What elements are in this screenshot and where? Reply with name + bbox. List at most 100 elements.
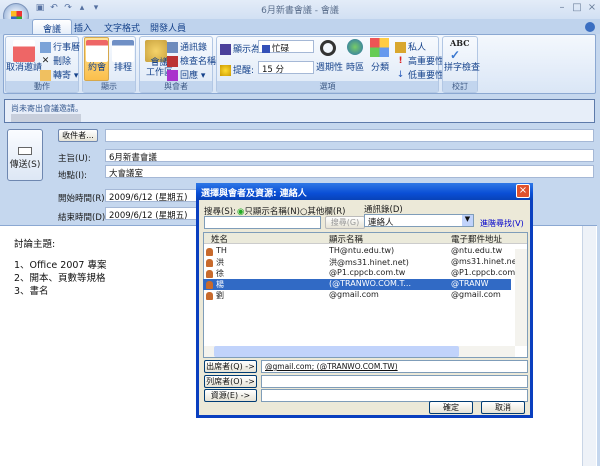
categorize-button[interactable]: 分類 xyxy=(371,60,389,73)
contact-icon xyxy=(206,281,213,289)
show-as-dropdown[interactable]: 忙碌 xyxy=(258,40,314,54)
lock-icon xyxy=(395,42,406,53)
subject-field[interactable]: 6月新書會議 xyxy=(105,149,594,163)
optional-attendees-button[interactable]: 列席者(O) -> xyxy=(204,375,257,388)
spelling-button[interactable]: 拼字檢查 xyxy=(444,60,480,73)
high-importance-button[interactable]: ! 高重要性 xyxy=(395,54,444,67)
contact-icon xyxy=(206,259,213,267)
contact-display-name: (@TRANWO.COM.T... xyxy=(329,279,412,288)
cancel-invitation-button[interactable]: 取消邀請 xyxy=(6,60,42,73)
info-text: 尚未寄出會議邀請。 xyxy=(11,104,83,113)
exclamation-icon: ! xyxy=(398,56,403,66)
busy-icon xyxy=(262,44,270,53)
arrow-up-icon[interactable]: ▴ xyxy=(76,3,88,14)
contact-row[interactable]: 劉 @gmail.com @gmail.com xyxy=(203,290,511,301)
end-time-label: 結束時間(D): xyxy=(58,213,109,223)
address-book-label: 通訊錄 xyxy=(180,43,208,53)
reminder-dropdown[interactable]: 15 分 xyxy=(258,61,314,75)
to-button[interactable]: 收件者... xyxy=(58,129,98,142)
resources-button[interactable]: 資源(E) -> xyxy=(204,389,257,402)
check-names-button[interactable]: 檢查名稱 xyxy=(167,54,216,67)
check-names-label: 檢查名稱 xyxy=(180,57,217,67)
contact-row[interactable]: 徐 @P1.cppcb.com.tw @P1.cppcb.com.tw xyxy=(203,268,527,279)
calendar-label: 行事曆 xyxy=(53,43,81,53)
required-attendees-button[interactable]: 出席者(Q) -> xyxy=(204,360,257,373)
contact-name: 洪 xyxy=(216,258,224,267)
address-book-button[interactable]: 通訊錄 xyxy=(167,40,207,53)
subject-label: 主旨(U): xyxy=(58,154,91,164)
contact-row[interactable]: TH TH@ntu.edu.tw) @ntu.edu.tw xyxy=(203,246,511,257)
appointment-icon xyxy=(86,40,108,62)
workspace-label-1: 會議 xyxy=(150,58,169,68)
show-as-value: 忙碌 xyxy=(272,44,290,54)
delete-label: 刪除 xyxy=(53,57,72,67)
reminder-text: 提醒: xyxy=(233,66,255,76)
tab-developer[interactable]: 開發人員 xyxy=(140,19,196,35)
scroll-thumb[interactable] xyxy=(214,346,459,357)
recurrence-button[interactable]: 週期性 xyxy=(316,60,343,73)
search-input[interactable] xyxy=(204,216,321,229)
cancel-button[interactable]: 取消 xyxy=(481,401,525,414)
time-zone-icon xyxy=(347,39,363,55)
group-label: 顯示 xyxy=(83,81,135,92)
ok-button[interactable]: 確定 xyxy=(429,401,473,414)
contact-name: TH xyxy=(216,246,227,255)
calendar-button[interactable]: 行事曆 xyxy=(40,40,80,53)
address-book-value: 連絡人 xyxy=(368,218,394,228)
body-line: 1、Office 2007 專案 xyxy=(14,260,107,271)
list-vertical-scrollbar[interactable] xyxy=(515,249,527,346)
to-field[interactable] xyxy=(105,129,594,142)
delete-icon: ✕ xyxy=(41,56,50,66)
close-button[interactable]: × xyxy=(585,2,599,14)
undo-icon[interactable]: ↶ xyxy=(48,3,60,14)
body-line: 3、書名 xyxy=(14,286,49,297)
low-importance-button[interactable]: ↓ 低重要性 xyxy=(395,68,444,81)
spelling-icon: ABC ✓ xyxy=(450,38,470,62)
address-book-dropdown[interactable]: 連絡人 ▼ xyxy=(364,214,474,228)
required-attendees-field[interactable]: @gmail.com; (@TRANWO.COM.TW) xyxy=(261,360,528,373)
forward-button[interactable]: 轉寄 ▾ xyxy=(40,68,78,81)
column-display-name[interactable]: 顯示名稱 xyxy=(329,233,363,245)
forward-icon xyxy=(40,70,51,81)
contact-email: @TRANW xyxy=(451,279,489,288)
list-horizontal-scrollbar[interactable] xyxy=(204,346,515,357)
response-button[interactable]: 回應 ▾ xyxy=(167,68,205,81)
help-icon[interactable] xyxy=(585,22,595,32)
time-zone-button[interactable]: 時區 xyxy=(346,60,364,73)
minimize-button[interactable]: – xyxy=(555,2,569,14)
reminder-label: 提醒: xyxy=(220,63,254,76)
show-as-icon xyxy=(220,44,231,55)
response-label: 回應 ▾ xyxy=(180,71,206,81)
contact-email: @ms31.hinet.net xyxy=(451,257,520,266)
group-label: 與會者 xyxy=(140,81,212,92)
location-label: 地點(I): xyxy=(58,171,88,181)
body-scrollbar[interactable] xyxy=(582,226,596,466)
column-email[interactable]: 電子郵件地址 xyxy=(451,233,502,245)
private-button[interactable]: 私人 xyxy=(395,40,426,53)
contact-email: @gmail.com xyxy=(451,290,501,299)
arrow-down-icon[interactable]: ▾ xyxy=(90,3,102,14)
envelope-icon xyxy=(18,147,32,155)
optional-attendees-field[interactable] xyxy=(261,375,528,388)
contact-name: 楊 xyxy=(216,280,224,289)
contact-email: @ntu.edu.tw xyxy=(451,246,503,255)
scheduling-icon xyxy=(112,40,134,62)
delete-button[interactable]: ✕ 刪除 xyxy=(40,54,71,67)
redo-icon[interactable]: ↷ xyxy=(62,3,74,14)
select-attendees-dialog: 選擇與會者及資源: 連絡人 × 搜尋(S): ◉只顯示名稱(N) ○其他欄(R)… xyxy=(196,183,533,418)
advanced-find-link[interactable]: 進階尋找(V) xyxy=(480,218,524,229)
start-date-field[interactable]: 2009/6/12 (星期五) xyxy=(105,189,197,203)
contact-icon xyxy=(206,270,213,278)
send-button[interactable]: 傳送(S) xyxy=(7,129,43,181)
end-date-field[interactable]: 2009/6/12 (星期五) xyxy=(105,207,197,221)
save-icon[interactable]: ▣ xyxy=(34,3,46,14)
search-button[interactable]: 搜尋(G) xyxy=(325,216,365,229)
contact-row[interactable]: 楊 (@TRANWO.COM.T... @TRANW xyxy=(203,279,511,290)
contact-row[interactable]: 洪 洪@ms31.hinet.net) @ms31.hinet.net xyxy=(203,257,520,268)
dialog-close-button[interactable]: × xyxy=(516,184,530,198)
location-field[interactable]: 大會議室 xyxy=(105,165,594,179)
maximize-button[interactable]: □ xyxy=(570,2,584,14)
show-as-label: 顯示為: xyxy=(220,42,263,55)
scheduling-button[interactable]: 排程 xyxy=(114,60,132,73)
column-name[interactable]: 姓名 xyxy=(211,233,228,245)
